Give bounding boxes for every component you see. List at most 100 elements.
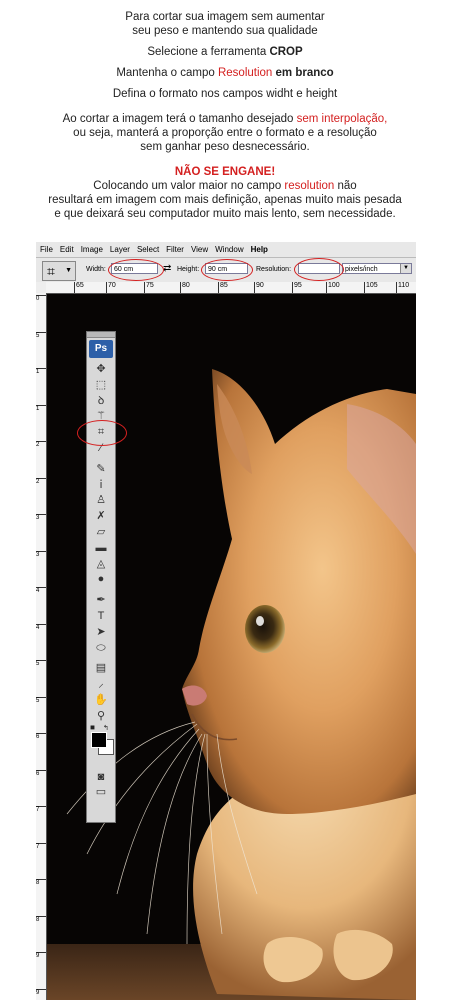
- paragraph-2-line-3: sem ganhar peso desnecessário.: [140, 141, 310, 153]
- ruler-label: 1: [36, 404, 46, 412]
- ruler-label: 4: [36, 623, 46, 631]
- menu-bar: File Edit Image Layer Select Filter View Window…: [36, 242, 416, 257]
- blur-tool-icon[interactable]: ◬: [87, 556, 115, 572]
- quick-mask-icon[interactable]: ◙: [87, 769, 115, 785]
- ruler-label: 6: [36, 733, 46, 740]
- ruler-label: 3: [36, 550, 46, 558]
- crop-keyword: CROP: [269, 46, 303, 58]
- no-interpolation-keyword: sem interpolação,: [296, 113, 388, 125]
- paragraph-3-line-2: resultará em imagem com mais definição, …: [48, 194, 402, 206]
- dodge-tool-icon[interactable]: ●: [87, 571, 115, 587]
- ruler-label: 9: [36, 988, 46, 996]
- resolution-keyword: Resolution: [217, 67, 273, 79]
- menu-view[interactable]: View: [191, 245, 208, 254]
- intro-text: Ao cortar a imagem terá o tamanho deseja…: [62, 113, 297, 125]
- menu-select[interactable]: Select: [137, 245, 159, 254]
- crop-icon: ⌗: [47, 263, 55, 279]
- ruler-label: 4: [36, 587, 46, 594]
- resolution-field-keyword: resolution: [284, 180, 335, 192]
- ruler-label: 80: [180, 282, 190, 293]
- zoom-tool-icon[interactable]: ⚲: [87, 708, 115, 724]
- default-colors-icon[interactable]: ◼: [90, 724, 95, 731]
- ruler-label: 5: [36, 331, 46, 339]
- panel-grip[interactable]: [87, 332, 115, 338]
- photoshop-logo[interactable]: Ps: [89, 340, 113, 358]
- lasso-tool-icon[interactable]: ꝺ: [87, 393, 115, 409]
- color-swatches: ◼ ↰: [87, 724, 115, 764]
- height-label: Height:: [177, 266, 200, 273]
- marquee-tool-icon[interactable]: ⬚: [87, 377, 115, 393]
- notes-tool-icon[interactable]: ▤: [87, 660, 115, 676]
- ruler-label: 7: [36, 806, 46, 813]
- healing-brush-tool-icon[interactable]: ✎: [87, 461, 115, 477]
- width-highlight-ring: [108, 259, 164, 281]
- ruler-label: 1: [36, 368, 46, 375]
- instructions: Para cortar sua imagem sem aumentar seu …: [0, 10, 450, 221]
- menu-layer[interactable]: Layer: [110, 245, 130, 254]
- tools-panel: Ps ✥ ⬚ ꝺ ⚚ ⌗ ⁄ ✎ ⅰ ♙ ✗ ▱ ▬ ◬ ● ✒ T ➤ ⬭ ▤…: [86, 331, 116, 823]
- blank-keyword: em branco: [272, 67, 334, 79]
- ruler-label: 5: [36, 696, 46, 704]
- height-highlight-ring: [201, 259, 253, 281]
- shape-tool-icon[interactable]: ⬭: [87, 640, 115, 656]
- resolution-units-select[interactable]: pixels/inch ▼: [342, 263, 412, 274]
- screen-mode-icon[interactable]: ▭: [87, 784, 115, 800]
- resolution-highlight-ring: [294, 258, 344, 281]
- crop-tool-highlight-ring: [77, 420, 127, 446]
- hand-tool-icon[interactable]: ✋: [87, 692, 115, 708]
- clone-stamp-tool-icon[interactable]: ♙: [87, 492, 115, 508]
- eraser-tool-icon[interactable]: ▱: [87, 524, 115, 540]
- intro-line-3: Selecione a ferramenta CROP: [0, 45, 450, 59]
- foreground-color-swatch[interactable]: [91, 731, 107, 748]
- menu-filter[interactable]: Filter: [166, 245, 184, 254]
- intro-line-5: Defina o formato nos campos widht e heig…: [112, 88, 338, 100]
- ruler-label: 95: [292, 282, 302, 293]
- menu-edit[interactable]: Edit: [60, 245, 74, 254]
- tool-preset-picker[interactable]: ⌗ ▼: [42, 261, 76, 281]
- paragraph-3-line-1: Colocando um valor maior no campo resolu…: [0, 179, 450, 193]
- ruler-label: 100: [326, 282, 340, 293]
- ruler-label: 70: [106, 282, 116, 293]
- pen-tool-icon[interactable]: ✒: [87, 592, 115, 608]
- ruler-label: 8: [36, 915, 46, 923]
- intro-text: Selecione a ferramenta: [147, 46, 270, 58]
- intro-text: Mantenha o campo: [116, 67, 218, 79]
- gradient-tool-icon[interactable]: ▬: [87, 540, 115, 556]
- ruler-label: 5: [36, 660, 46, 667]
- ruler-label: 7: [36, 842, 46, 850]
- intro-text: Colocando um valor maior no campo: [93, 180, 285, 192]
- menu-window[interactable]: Window: [215, 245, 243, 254]
- ruler-label: 3: [36, 514, 46, 521]
- ruler-label: 8: [36, 879, 46, 886]
- warning-heading: NÃO SE ENGANE!: [174, 166, 276, 178]
- brush-tool-icon[interactable]: ⅰ: [87, 477, 115, 493]
- menu-file[interactable]: File: [40, 245, 53, 254]
- chevron-down-icon: ▼: [400, 264, 411, 273]
- horizontal-ruler: 65 70 75 80 85 90 95 100 105 110: [46, 282, 416, 294]
- width-label: Width:: [86, 266, 106, 273]
- menu-image[interactable]: Image: [81, 245, 103, 254]
- paragraph-3-line-3: e que deixará seu computador muito mais …: [54, 208, 396, 220]
- swap-colors-icon[interactable]: ↰: [103, 724, 109, 732]
- paragraph-2-line-2: ou seja, manterá a proporção entre o for…: [73, 127, 377, 139]
- paragraph-2-line-1: Ao cortar a imagem terá o tamanho deseja…: [0, 112, 450, 126]
- intro-line-4: Mantenha o campo Resolution em branco: [0, 66, 450, 80]
- menu-help[interactable]: Help: [251, 245, 268, 254]
- ruler-label: 65: [74, 282, 84, 293]
- chevron-down-icon: ▼: [65, 267, 72, 274]
- ruler-label: 90: [254, 282, 264, 293]
- type-tool-icon[interactable]: T: [87, 608, 115, 624]
- ruler-label: 85: [218, 282, 228, 293]
- ruler-label: 9: [36, 952, 46, 959]
- ruler-label: 105: [364, 282, 378, 293]
- ruler-label: 0: [36, 295, 46, 302]
- units-value: pixels/inch: [345, 266, 378, 273]
- photoshop-window: File Edit Image Layer Select Filter View Window…: [36, 242, 416, 1000]
- eyedropper-tool-icon[interactable]: ⸝: [87, 676, 115, 692]
- path-selection-tool-icon[interactable]: ➤: [87, 624, 115, 640]
- ruler-label: 110: [396, 282, 409, 293]
- swap-dimensions-icon[interactable]: ⇄: [163, 263, 171, 274]
- move-tool-icon[interactable]: ✥: [87, 361, 115, 377]
- history-brush-tool-icon[interactable]: ✗: [87, 508, 115, 524]
- ruler-label: 2: [36, 477, 46, 485]
